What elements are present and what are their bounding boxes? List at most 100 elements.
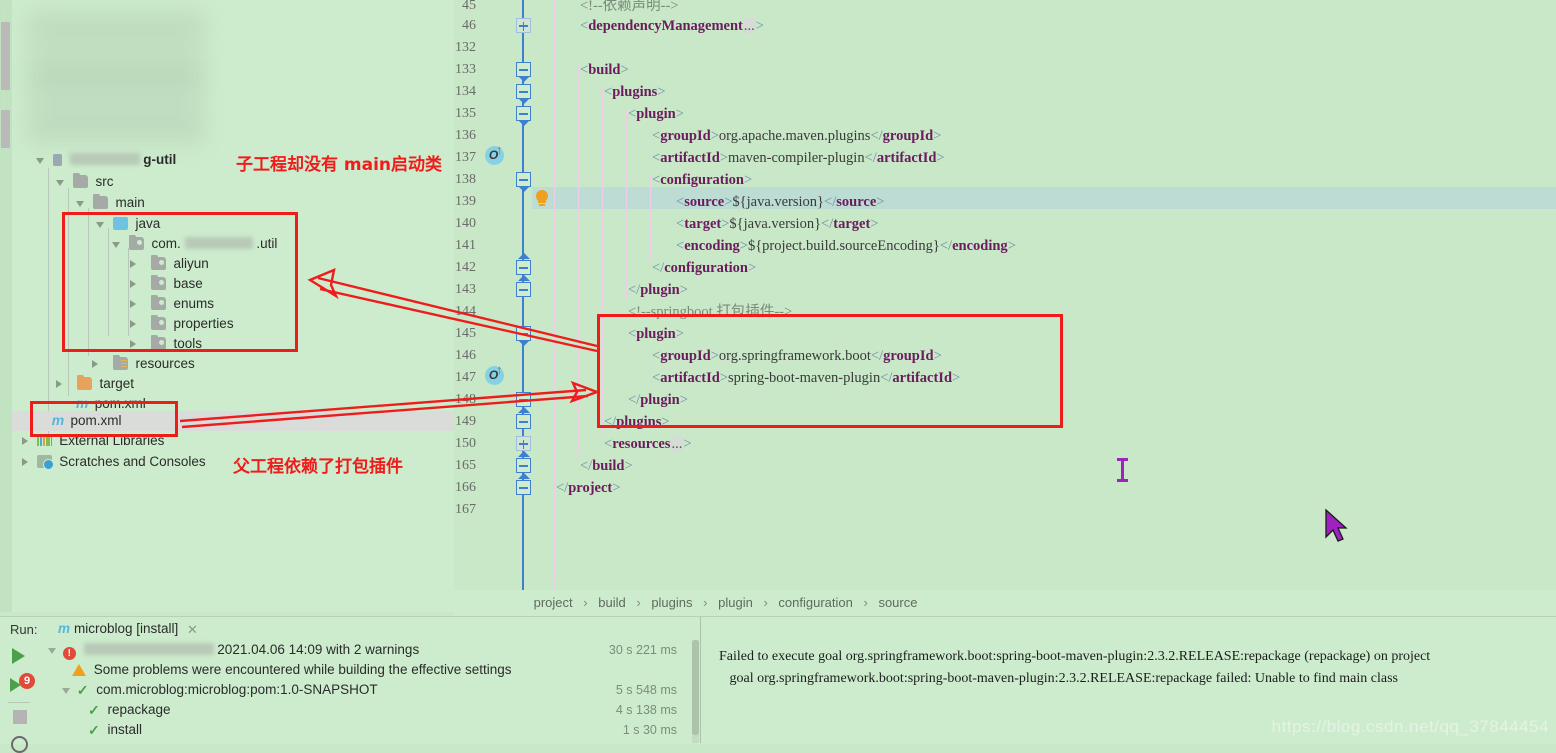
overrides-icon[interactable]: O ↑ <box>484 363 506 386</box>
fold-collapse-marker[interactable] <box>516 451 531 473</box>
gear-icon[interactable] <box>11 736 28 753</box>
code-line: </plugin> <box>628 282 688 298</box>
folder-orange-icon <box>76 375 92 390</box>
tree-item-module[interactable]: g-util <box>36 150 176 170</box>
line-number: 148 <box>455 392 476 407</box>
build-tree-row[interactable]: ✓ com.microblog:microblog:pom:1.0-SNAPSH… <box>62 680 378 700</box>
chevron-right-icon[interactable] <box>54 379 65 390</box>
fold-collapse-marker[interactable] <box>516 407 531 429</box>
maven-icon: m <box>58 621 71 636</box>
chevron-down-icon[interactable] <box>36 155 47 166</box>
code-tag: plugin <box>640 282 680 298</box>
warning-icon <box>72 664 86 676</box>
build-tree-label: repackage <box>107 702 171 717</box>
indent-guide <box>650 176 651 262</box>
breadcrumb-item-source[interactable]: source <box>878 590 917 616</box>
chevron-right-icon[interactable] <box>90 359 101 370</box>
fold-collapse-marker[interactable] <box>516 62 531 82</box>
code-value: org.apache.maven.plugins <box>718 128 871 144</box>
success-icon: ✓ <box>88 702 100 718</box>
build-output-console[interactable]: Failed to execute goal org.springframewo… <box>700 617 1556 743</box>
run-icon[interactable] <box>12 648 25 664</box>
folder-icon <box>72 173 88 188</box>
overrides-icon[interactable]: O ↑ <box>484 143 506 166</box>
build-tree-scrollbar[interactable] <box>692 640 699 743</box>
fold-collapse-marker[interactable] <box>516 84 531 104</box>
rerun-badge: 9 <box>19 673 35 689</box>
scrollbar-thumb[interactable] <box>692 640 699 735</box>
tree-item-target[interactable]: target <box>54 374 134 394</box>
build-tree-label: com.microblog:microblog:pom:1.0-SNAPSHOT <box>96 682 378 697</box>
close-icon[interactable]: ✕ <box>187 622 198 638</box>
chevron-down-icon[interactable] <box>62 685 73 696</box>
ide-window: g-util src main java com. .util aliyun b… <box>0 0 1556 753</box>
text-caret-cursor <box>1117 458 1128 482</box>
breadcrumb-item-plugin[interactable]: plugin <box>718 590 753 616</box>
fold-collapse-marker[interactable] <box>516 473 531 495</box>
fold-collapse-marker[interactable] <box>516 253 531 275</box>
line-number: 141 <box>455 238 476 253</box>
code-value: maven-compiler-plugin <box>727 150 865 166</box>
code-tag: groupId <box>660 128 711 144</box>
indent-guide <box>626 110 627 300</box>
fold-collapse-marker[interactable] <box>516 326 531 346</box>
run-tab-microblog[interactable]: m microblog [install] <box>58 621 178 636</box>
code-tag: build <box>588 62 621 78</box>
editor-gutter[interactable]: 45 46 132 133 134 135 136 137 138 139 14… <box>454 0 548 590</box>
tree-item-label: target <box>99 376 135 391</box>
fold-expand-marker[interactable] <box>516 436 531 451</box>
build-tree-label: install <box>107 722 143 737</box>
build-tree-row[interactable]: ! 2021.04.06 14:09 with 2 warnings <box>48 640 419 660</box>
module-icon <box>52 154 62 166</box>
tree-item-label: Scratches and Consoles <box>59 454 206 469</box>
breadcrumb[interactable]: project › build › plugins › plugin › con… <box>454 590 1556 616</box>
tree-item-main[interactable]: main <box>76 193 145 213</box>
code-tag: plugin <box>636 106 676 122</box>
stripe-tab-structure[interactable] <box>1 110 10 148</box>
build-tree-label: Some problems were encountered while bui… <box>93 662 512 677</box>
build-tree-row[interactable]: ✓ install <box>88 720 142 740</box>
fold-collapse-marker[interactable] <box>516 106 531 126</box>
fold-collapse-marker[interactable] <box>516 172 531 192</box>
build-result-tree[interactable]: ! 2021.04.06 14:09 with 2 warnings 30 s … <box>40 640 695 743</box>
tree-guide <box>48 168 49 438</box>
fold-collapse-marker[interactable] <box>516 392 531 407</box>
chevron-right-icon[interactable] <box>20 457 31 468</box>
breadcrumb-item-configuration[interactable]: configuration <box>778 590 852 616</box>
code-tag: source <box>684 194 725 210</box>
breadcrumb-item-plugins[interactable]: plugins <box>651 590 692 616</box>
code-line: </project> <box>556 480 621 496</box>
chevron-down-icon[interactable] <box>56 177 67 188</box>
fold-collapse-marker[interactable] <box>516 275 531 297</box>
stripe-tab-project[interactable] <box>1 22 10 90</box>
tree-item-resources[interactable]: resources <box>90 354 195 374</box>
toolbar-divider <box>8 702 30 703</box>
build-tree-row[interactable]: Some problems were encountered while bui… <box>72 660 512 680</box>
breadcrumb-separator: › <box>636 595 641 610</box>
blurred-region <box>26 2 206 150</box>
stop-icon[interactable] <box>13 710 27 724</box>
code-editor[interactable]: 45 46 132 133 134 135 136 137 138 139 14… <box>454 0 1556 590</box>
code-tag: configuration <box>664 260 748 276</box>
code-tag: dependencyManagement <box>588 18 743 34</box>
build-tree-row[interactable]: ✓ repackage <box>88 700 171 720</box>
chevron-down-icon[interactable] <box>76 198 87 209</box>
tree-item-scratches[interactable]: Scratches and Consoles <box>12 452 206 472</box>
fold-placeholder[interactable]: ... <box>670 436 684 452</box>
line-number: 139 <box>455 194 476 209</box>
breadcrumb-item-project[interactable]: project <box>534 590 573 616</box>
blurred-module-prefix <box>69 153 140 165</box>
tree-item-src[interactable]: src <box>56 172 114 192</box>
chevron-right-icon[interactable] <box>20 436 31 447</box>
code-text-area[interactable]: <!--依赖声明--> <dependencyManagement...> <b… <box>532 0 1556 590</box>
code-tag: groupId <box>882 128 934 144</box>
annotation-top-note: 子工程却没有 main启动类 <box>236 155 443 175</box>
breadcrumb-separator: › <box>863 595 868 610</box>
fold-placeholder[interactable]: ... <box>742 18 756 34</box>
build-tree-duration: 4 s 138 ms <box>615 703 677 717</box>
code-line: <configuration> <box>652 172 753 188</box>
breadcrumb-item-build[interactable]: build <box>598 590 625 616</box>
code-line: <build> <box>580 62 629 78</box>
chevron-down-icon[interactable] <box>48 645 59 656</box>
fold-expand-marker[interactable] <box>516 18 531 33</box>
